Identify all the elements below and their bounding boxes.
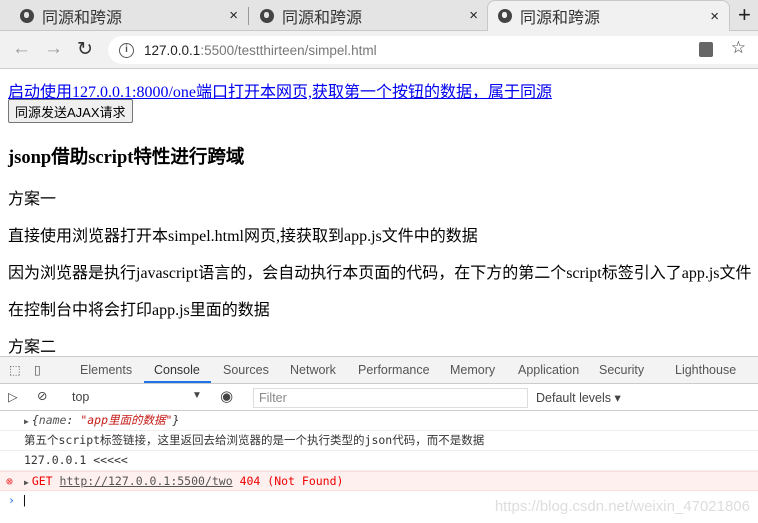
address-bar-row: ← → ↻ i 127.0.0.1:5500/testthirteen/simp…	[0, 31, 758, 69]
back-icon[interactable]: ←	[12, 38, 31, 60]
close-tab-icon[interactable]: ×	[469, 7, 478, 24]
console-log-entry: 第五个script标签链接，这里返回去给浏览器的是一个执行类型的json代码，而…	[0, 431, 758, 451]
console-error-entry: ⊗ ▶ GET http://127.0.0.1:5500/two 404 (No…	[0, 471, 758, 491]
log-levels-dropdown[interactable]: Default levels ▾	[536, 390, 621, 405]
tab-security[interactable]: Security	[599, 363, 644, 377]
tab-application[interactable]: Application	[518, 363, 579, 377]
tab-performance[interactable]: Performance	[358, 363, 430, 377]
clear-console-icon[interactable]: ⊘	[37, 388, 47, 403]
section-heading: jsonp借助script特性进行跨域	[8, 148, 245, 168]
watermark: https://blog.csdn.net/weixin_47021806	[494, 498, 750, 515]
error-icon: ⊗	[6, 474, 13, 488]
tab-console[interactable]: Console	[154, 363, 200, 377]
tab-strip: 同源和跨源 × 同源和跨源 × 同源和跨源 × +	[0, 0, 758, 31]
console-log-entry: 127.0.0.1 <<<<<	[0, 451, 758, 471]
eye-icon[interactable]: ◉	[220, 387, 233, 405]
devtools-tabs: ⬚ ▯ Elements Console Sources Network Per…	[0, 357, 758, 384]
info-icon[interactable]: i	[119, 42, 134, 58]
paragraph: 方案二	[8, 339, 57, 356]
tab-title: 同源和跨源	[520, 10, 601, 27]
close-tab-icon[interactable]: ×	[229, 7, 238, 24]
globe-icon	[260, 8, 274, 23]
filter-input[interactable]: Filter	[253, 388, 528, 408]
new-tab-button[interactable]: +	[738, 2, 751, 28]
device-toolbar-icon[interactable]: ▯	[34, 362, 41, 377]
paragraph: 直接使用浏览器打开本simpel.html网页,接获取到app.js文件中的数据	[8, 228, 478, 245]
paragraph: 在控制台中将会打印app.js里面的数据	[8, 302, 270, 319]
browser-tab[interactable]: 同源和跨源 ×	[0, 0, 248, 31]
expand-triangle-icon[interactable]: ▶	[24, 478, 29, 487]
sidebar-toggle-icon[interactable]: ▷	[8, 389, 18, 404]
console-toolbar: ▷ ⊘ top ▼ ◉ Filter Default levels ▾	[0, 384, 758, 411]
browser-tab[interactable]: 同源和跨源 ×	[248, 0, 488, 31]
inspect-element-icon[interactable]: ⬚	[9, 362, 21, 377]
devtools-panel: ⬚ ▯ Elements Console Sources Network Per…	[0, 356, 758, 523]
url-host: 127.0.0.1	[144, 42, 201, 58]
console-object-entry[interactable]: ▶ {name: "app里面的数据"}	[0, 411, 758, 431]
page-content: 启动使用127.0.0.1:8000/one端口打开本网页,获取第一个按钮的数据…	[0, 69, 758, 356]
send-ajax-button[interactable]: 同源发送AJAX请求	[8, 99, 133, 123]
browser-tab-active[interactable]: 同源和跨源 ×	[487, 0, 730, 31]
error-url-link[interactable]: http://127.0.0.1:5500/two	[60, 474, 233, 488]
bookmark-star-icon[interactable]: ☆	[731, 38, 746, 58]
tab-lighthouse[interactable]: Lighthouse	[675, 363, 736, 377]
url-path: :5500/testthirteen/simpel.html	[200, 42, 377, 58]
forward-icon[interactable]: →	[44, 38, 63, 60]
paragraph: 方案一	[8, 191, 57, 208]
tab-title: 同源和跨源	[42, 9, 123, 27]
expand-triangle-icon[interactable]: ▶	[24, 417, 29, 426]
reload-icon[interactable]: ↻	[77, 38, 93, 61]
paragraph: 因为浏览器是执行javascript语言的，会自动执行本页面的代码，在下方的第二…	[8, 265, 752, 282]
globe-icon	[20, 8, 34, 23]
close-tab-icon[interactable]: ×	[710, 8, 719, 25]
chevron-down-icon[interactable]: ▼	[192, 390, 202, 401]
translate-icon[interactable]	[699, 42, 713, 57]
tab-network[interactable]: Network	[290, 363, 336, 377]
tab-title: 同源和跨源	[282, 9, 363, 27]
tab-sources[interactable]: Sources	[223, 363, 269, 377]
context-select[interactable]: top	[72, 390, 89, 404]
url-input[interactable]: i 127.0.0.1:5500/testthirteen/simpel.htm…	[108, 36, 758, 64]
globe-icon	[498, 9, 512, 23]
tab-elements[interactable]: Elements	[80, 363, 132, 377]
active-tab-indicator	[144, 381, 211, 383]
tab-memory[interactable]: Memory	[450, 363, 495, 377]
